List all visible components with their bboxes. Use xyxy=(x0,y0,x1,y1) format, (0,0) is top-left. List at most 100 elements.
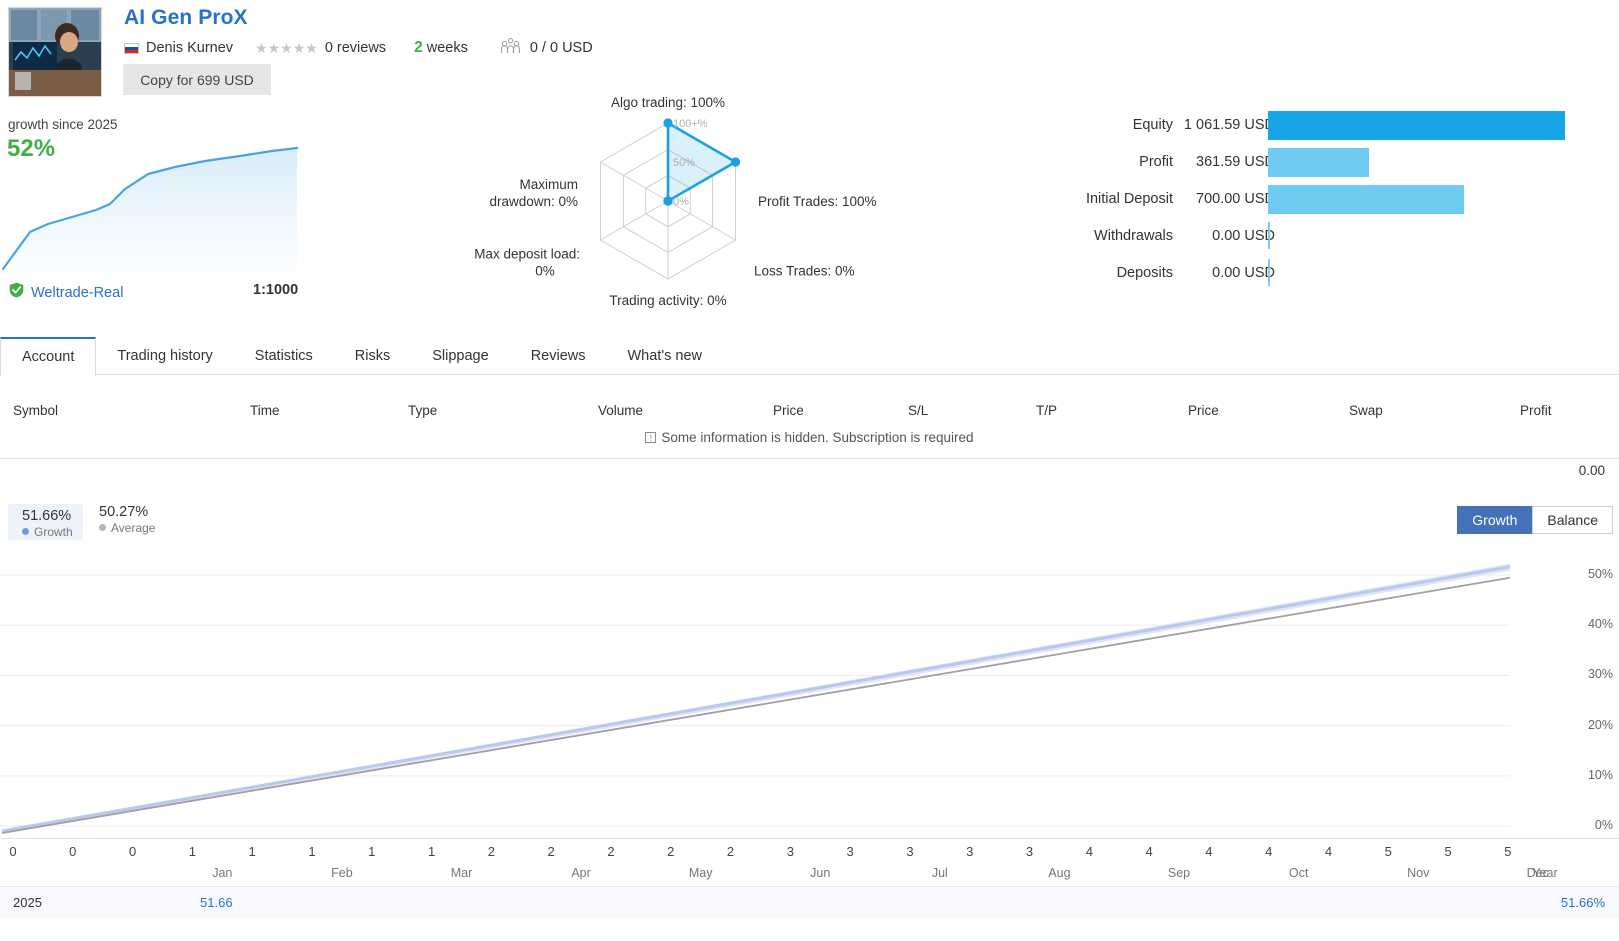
x-axis-tick: 4 xyxy=(1145,844,1153,859)
column-header[interactable]: Time xyxy=(250,403,280,418)
x-axis-tick: 3 xyxy=(846,844,854,859)
stat-value: 1 061.59 USD xyxy=(1183,117,1275,133)
x-axis-month: Apr xyxy=(571,866,591,880)
deals-total-profit: 0.00 xyxy=(1578,463,1605,478)
russia-flag-icon xyxy=(124,42,139,54)
stat-label: Profit xyxy=(1139,154,1173,170)
legend-average-dot-icon xyxy=(99,524,106,531)
tab-risks[interactable]: Risks xyxy=(334,337,411,375)
table-divider xyxy=(0,458,1619,459)
x-axis-tick: 2 xyxy=(487,844,495,859)
stat-value: 0.00 USD xyxy=(1212,228,1275,244)
account-page: AI Gen ProX Denis Kurnev ★★★★★ 0 reviews… xyxy=(0,0,1619,941)
year-total-value: 51.66% xyxy=(1560,895,1605,910)
stat-value: 361.59 USD xyxy=(1196,154,1275,170)
x-axis-tick: 2 xyxy=(607,844,615,859)
x-axis-tick: 0 xyxy=(128,844,137,859)
x-axis-tick: 1 xyxy=(427,844,436,859)
reviews-count: 0 reviews xyxy=(324,40,387,56)
x-axis-tick: 2 xyxy=(667,844,675,859)
x-axis-month: Nov xyxy=(1407,866,1430,880)
column-header[interactable]: T/P xyxy=(1036,403,1057,418)
column-header[interactable]: Volume xyxy=(598,403,643,418)
radar-point[interactable] xyxy=(663,196,673,206)
x-axis-tick: 3 xyxy=(966,844,974,859)
x-axis-tick: 0 xyxy=(9,844,17,859)
x-axis-month: Mar xyxy=(450,866,473,880)
column-header[interactable]: Symbol xyxy=(13,403,58,418)
stat-bar xyxy=(1268,111,1565,140)
series-line xyxy=(1,565,1511,833)
column-header[interactable]: Profit xyxy=(1520,403,1552,418)
tab-slippage[interactable]: Slippage xyxy=(411,337,509,375)
signal-header: AI Gen ProX Denis Kurnev ★★★★★ 0 reviews… xyxy=(0,0,1619,110)
stat-label: Equity xyxy=(1132,117,1173,133)
tab-account[interactable]: Account xyxy=(0,337,97,376)
signal-thumbnail[interactable] xyxy=(8,7,102,97)
subscription-required-text: Some information is hidden. Subscription… xyxy=(661,430,974,445)
deals-table: Symbol Time Type Volume Price S/L T/P Price Swap… xyxy=(0,376,1619,478)
stat-bar xyxy=(1268,222,1270,249)
series-line xyxy=(1,576,1511,834)
radar-axis-label: Max deposit load: 0% xyxy=(474,247,580,279)
y-axis-tick: 40% xyxy=(1587,617,1613,632)
column-header[interactable]: Price xyxy=(773,403,804,418)
y-axis-tick: 50% xyxy=(1587,567,1613,582)
tab-label: Risks xyxy=(354,348,391,364)
stat-row: Initial Deposit 700.00 USD xyxy=(1035,182,1605,219)
stat-label: Initial Deposit xyxy=(1085,191,1173,207)
rating-stars-icon: ★★★★★ xyxy=(255,39,318,56)
legend-average[interactable]: 50.27% Average xyxy=(99,504,155,535)
mini-growth-chart xyxy=(0,134,300,279)
copy-button[interactable]: Copy for 699 USD xyxy=(123,64,271,95)
radar-axis-label: Loss Trades: 0% xyxy=(754,264,855,279)
radar-point[interactable] xyxy=(663,118,673,128)
column-header[interactable]: Swap xyxy=(1349,403,1383,418)
x-axis-tick: 5 xyxy=(1384,844,1392,859)
deals-table-header: Symbol Time Type Volume Price S/L T/P Price Swap… xyxy=(0,376,1619,424)
column-header[interactable]: S/L xyxy=(908,403,928,418)
x-axis-month: Jun xyxy=(810,866,831,880)
author-name[interactable]: Denis Kurnev xyxy=(146,40,233,56)
x-axis-tick: 4 xyxy=(1085,844,1093,859)
legend-average-label: Average xyxy=(99,521,155,535)
subscription-required-message: ! Some information is hidden. Subscriptio… xyxy=(0,430,1619,445)
age-label: 2 weeks xyxy=(414,39,468,57)
broker-name[interactable]: Weltrade-Real xyxy=(31,285,123,301)
stat-row: Withdrawals 0.00 USD xyxy=(1035,219,1605,256)
toggle-balance-button[interactable]: Balance xyxy=(1532,506,1613,534)
radar-axis-label: Maximum drawdown: 0% xyxy=(489,177,578,209)
year-month-value[interactable]: 51.66 xyxy=(200,895,233,910)
info-icon: ! xyxy=(645,432,657,443)
tab-statistics[interactable]: Statistics xyxy=(234,337,334,375)
x-axis-tick: 1 xyxy=(188,844,196,859)
toggle-growth-button[interactable]: Growth xyxy=(1457,506,1533,534)
x-axis-tick: 2 xyxy=(726,844,735,859)
x-axis-tick: 3 xyxy=(786,844,794,859)
tab-bar: Account Trading history Statistics Risks Sli… xyxy=(0,337,1619,376)
tab-trading-history[interactable]: Trading history xyxy=(96,337,233,375)
x-axis-month: Jul xyxy=(931,866,948,880)
stat-bar xyxy=(1268,185,1465,214)
subscribers-block: 0 / 0 USD xyxy=(500,37,593,59)
radar-point[interactable] xyxy=(730,157,741,167)
x-axis-month: Jan xyxy=(212,866,233,880)
broker-block: Weltrade-Real xyxy=(9,282,123,303)
growth-chart-panel: 51.66% Growth 50.27% Average Growth Bala… xyxy=(0,496,1619,836)
stat-row: Deposits 0.00 USD xyxy=(1035,256,1605,293)
tab-reviews[interactable]: Reviews xyxy=(510,337,607,375)
x-axis-tick: 4 xyxy=(1205,844,1213,859)
legend-growth-value: 51.66% xyxy=(22,508,72,524)
tab-what-s-new[interactable]: What's new xyxy=(606,337,723,375)
account-stats: Equity 1 061.59 USD Profit 361.59 USD In… xyxy=(1035,108,1605,293)
column-header[interactable]: Type xyxy=(408,403,437,418)
column-header[interactable]: Price xyxy=(1188,403,1219,418)
stat-value: 0.00 USD xyxy=(1212,265,1275,281)
legend-growth-dot-icon xyxy=(22,528,29,535)
legend-growth[interactable]: 51.66% Growth xyxy=(8,504,83,540)
verified-shield-icon xyxy=(9,282,24,303)
x-axis-tick: 1 xyxy=(368,844,376,859)
subscribers-value: 0 / 0 USD xyxy=(529,40,593,56)
radar-axis-label: Profit Trades: 100% xyxy=(758,194,877,209)
y-axis-tick: 20% xyxy=(1587,717,1613,732)
